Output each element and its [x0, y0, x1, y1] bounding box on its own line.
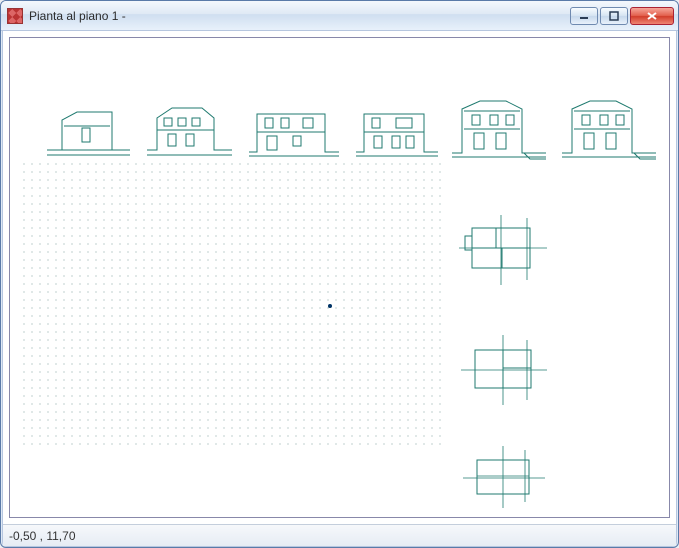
minimize-button[interactable]: [570, 7, 598, 25]
titlebar[interactable]: Pianta al piano 1 -: [1, 1, 678, 31]
client-area: -0,50 , 11,70: [2, 31, 677, 547]
minimize-icon: [579, 11, 589, 21]
app-window: Pianta al piano 1 -: [0, 0, 679, 548]
statusbar: -0,50 , 11,70: [3, 524, 676, 546]
drawings-layer: [12, 40, 667, 515]
app-icon: [7, 8, 23, 24]
maximize-icon: [609, 11, 619, 21]
close-icon: [646, 11, 658, 21]
reference-marker: [12, 40, 667, 515]
window-title: Pianta al piano 1 -: [29, 9, 564, 23]
drawing-frame: [9, 37, 670, 518]
drawing-canvas[interactable]: [12, 40, 667, 515]
cursor-coordinates: -0,50 , 11,70: [9, 529, 76, 543]
close-button[interactable]: [630, 7, 674, 25]
maximize-button[interactable]: [600, 7, 628, 25]
window-controls: [570, 7, 674, 25]
